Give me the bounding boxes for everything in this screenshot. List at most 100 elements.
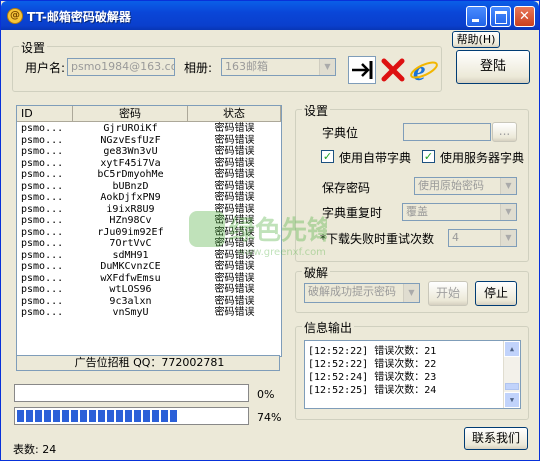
- maximize-button[interactable]: [490, 6, 511, 27]
- checkmark-icon: ✓: [423, 150, 434, 163]
- cell-id: psmo...: [21, 261, 64, 272]
- start-button[interactable]: 开始: [428, 281, 468, 306]
- column-header-status[interactable]: 状态: [188, 106, 281, 121]
- dict-repeat-select[interactable]: 覆盖 ▼: [402, 203, 517, 221]
- progress-bar-1: [14, 384, 249, 402]
- cell-id: psmo...: [21, 238, 64, 249]
- table-row[interactable]: psmo... AokDjfxPN9 密码错误: [17, 192, 281, 204]
- close-icon: ✕: [519, 9, 530, 24]
- progress-segment: [170, 410, 177, 422]
- cell-id: psmo...: [21, 295, 64, 307]
- cell-password: DuMKCvnzCE: [100, 261, 161, 272]
- login-button[interactable]: 登陆: [456, 50, 530, 84]
- progress-1-label: 0%: [257, 388, 275, 401]
- use-server-dict-checkbox[interactable]: ✓: [422, 150, 435, 163]
- cell-id: psmo...: [21, 169, 64, 180]
- close-button[interactable]: ✕: [514, 6, 535, 27]
- table-row[interactable]: psmo... xytF45i7Va 密码错误: [17, 158, 281, 170]
- scroll-down-icon[interactable]: ▼: [504, 392, 520, 408]
- minimize-button[interactable]: [466, 6, 487, 27]
- dict-repeat-value: 覆盖: [406, 205, 428, 218]
- log-output[interactable]: [12:52:22] 错误次数：21 [12:52:22] 错误次数：22 [1…: [304, 340, 521, 409]
- table-row[interactable]: psmo... wtLOS96 密码错误: [17, 284, 281, 296]
- cell-id: psmo...: [21, 123, 64, 134]
- progress-segment: [98, 410, 105, 422]
- column-header-password[interactable]: 密码: [73, 106, 188, 121]
- table-row[interactable]: psmo... NGzvEsfUzF 密码错误: [17, 135, 281, 147]
- cell-status: 密码错误: [214, 157, 255, 169]
- stop-button[interactable]: 停止: [475, 281, 517, 306]
- dict-path-input[interactable]: [403, 123, 491, 141]
- table-row[interactable]: psmo... bC5rDmyohMe 密码错误: [17, 169, 281, 181]
- cell-status: 密码错误: [214, 134, 255, 146]
- table-row[interactable]: psmo... vnSmyU 密码错误: [17, 307, 281, 319]
- dict-label: 字典位: [322, 126, 359, 140]
- progress-segment: [134, 410, 141, 422]
- column-header-id[interactable]: ID: [17, 106, 73, 121]
- cell-password: ge83Wn3vU: [103, 146, 158, 157]
- contact-button[interactable]: 联系我们: [464, 427, 528, 450]
- cell-status: 密码错误: [214, 272, 255, 284]
- progress-bar-2: [14, 407, 249, 425]
- use-server-dict-label: 使用服务器字典: [440, 151, 525, 165]
- browse-button[interactable]: ...: [492, 122, 517, 142]
- svg-text:绿色先锋: 绿色先锋: [229, 215, 327, 246]
- scroll-up-icon[interactable]: ▲: [504, 341, 520, 357]
- svg-text:www.greenxf.com: www.greenxf.com: [237, 247, 326, 258]
- save-password-label: 保存密码: [322, 181, 371, 195]
- cell-password: i9ixR8U9: [106, 203, 155, 215]
- watermark-logo: 绿色先锋 www.greenxf.com: [187, 207, 334, 262]
- use-builtin-dict-label: 使用自带字典: [339, 151, 412, 165]
- arrow-into-bar-icon[interactable]: [348, 56, 376, 84]
- log-legend: 信息输出: [302, 319, 355, 336]
- cell-password: wXFdfwEmsu: [100, 272, 161, 284]
- crack-mode-value: 破解成功提示密码: [308, 285, 396, 298]
- username-input[interactable]: psmo1984@163.com: [67, 58, 175, 76]
- chevron-down-icon: ▼: [403, 284, 419, 302]
- progress-segment: [71, 410, 78, 422]
- cell-id: psmo...: [21, 157, 64, 169]
- progress-2-label: 74%: [257, 411, 282, 424]
- title-bar[interactable]: @ TT-邮箱密码破解器 ✕: [1, 1, 539, 30]
- save-password-select[interactable]: 使用原始密码 ▼: [414, 177, 517, 195]
- cell-password: sdMH91: [112, 249, 149, 261]
- cell-password: NGzvEsfUzF: [100, 134, 161, 146]
- cell-password: bC5rDmyohMe: [97, 169, 164, 180]
- help-button[interactable]: 帮助(H): [452, 31, 500, 48]
- log-scrollbar[interactable]: ▲ ▼: [503, 341, 520, 408]
- cell-password: 7OrtVvC: [109, 238, 152, 249]
- progress-segment: [107, 410, 114, 422]
- cell-id: psmo...: [21, 272, 64, 284]
- table-row[interactable]: psmo... wXFdfwEmsu 密码错误: [17, 273, 281, 285]
- internet-explorer-icon[interactable]: e: [409, 55, 439, 87]
- cell-password: AokDjfxPN9: [100, 192, 161, 203]
- cell-id: psmo...: [21, 203, 64, 215]
- cell-id: psmo...: [21, 284, 64, 295]
- table-row[interactable]: psmo... ge83Wn3vU 密码错误: [17, 146, 281, 158]
- table-row[interactable]: psmo... DuMKCvnzCE 密码错误: [17, 261, 281, 273]
- red-x-icon[interactable]: [379, 56, 407, 84]
- use-builtin-dict-checkbox[interactable]: ✓: [321, 150, 334, 163]
- cell-id: psmo...: [21, 146, 64, 157]
- cell-password: vnSmyU: [112, 307, 149, 318]
- table-header: ID 密码 状态: [17, 106, 281, 122]
- crack-mode-select[interactable]: 破解成功提示密码 ▼: [304, 283, 420, 303]
- progress-segment: [125, 410, 132, 422]
- cell-password: GjrUROiKf: [103, 123, 158, 134]
- dict-repeat-label: 字典重复时: [322, 206, 383, 220]
- table-row[interactable]: psmo... 9c3alxn 密码错误: [17, 296, 281, 308]
- table-row[interactable]: psmo... GjrUROiKf 密码错误: [17, 123, 281, 135]
- chevron-down-icon: ▼: [500, 204, 516, 220]
- table-row[interactable]: psmo... bUBnzD 密码错误: [17, 181, 281, 193]
- album-select[interactable]: 163邮箱 ▼: [221, 58, 336, 76]
- chevron-down-icon: ▼: [500, 230, 516, 246]
- progress-segment: [17, 410, 24, 422]
- cell-password: HZn98Cv: [109, 215, 152, 226]
- cell-id: psmo...: [21, 249, 64, 261]
- retry-select[interactable]: 4 ▼: [448, 229, 517, 247]
- progress-segment: [62, 410, 69, 422]
- cell-status: 密码错误: [214, 180, 255, 192]
- progress-segment: [143, 410, 150, 422]
- cell-status: 密码错误: [214, 123, 255, 134]
- scroll-thumb[interactable]: [505, 383, 519, 390]
